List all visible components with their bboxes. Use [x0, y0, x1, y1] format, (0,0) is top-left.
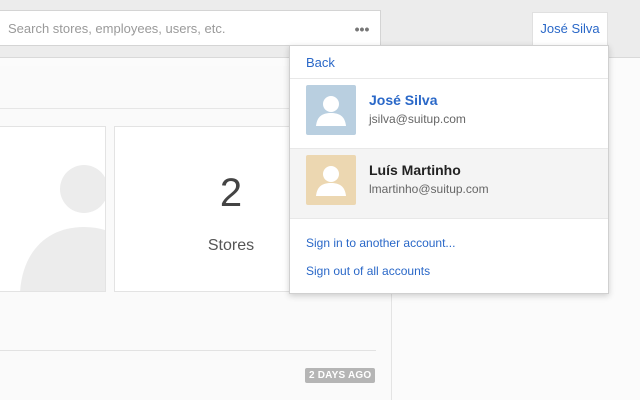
- search-box: •••: [0, 10, 381, 46]
- sign-in-another-link[interactable]: Sign in to another account...: [306, 236, 455, 250]
- person-icon: [316, 166, 346, 196]
- account-item[interactable]: Luís Martinho lmartinho@suitup.com: [290, 149, 608, 218]
- account-name: José Silva: [369, 92, 438, 108]
- back-link[interactable]: Back: [306, 55, 335, 70]
- sign-out-all-link[interactable]: Sign out of all accounts: [306, 264, 430, 278]
- account-item[interactable]: José Silva jsilva@suitup.com: [290, 79, 608, 148]
- time-badge: 2 DAYS AGO: [305, 368, 376, 383]
- person-icon: [316, 96, 346, 126]
- more-horizontal-icon[interactable]: •••: [352, 19, 372, 39]
- divider: [0, 350, 376, 351]
- account-email: lmartinho@suitup.com: [369, 182, 489, 196]
- person-silhouette-icon: [20, 165, 105, 291]
- current-user-button[interactable]: José Silva: [532, 12, 608, 46]
- divider: [290, 218, 608, 219]
- search-input[interactable]: [8, 11, 338, 45]
- account-menu: Back José Silva jsilva@suitup.com Luís M…: [289, 45, 609, 294]
- account-name: Luís Martinho: [369, 162, 461, 178]
- account-email: jsilva@suitup.com: [369, 112, 466, 126]
- avatar: [306, 85, 356, 135]
- avatar: [306, 155, 356, 205]
- stores-card[interactable]: 2 Stores: [114, 126, 292, 292]
- profile-card: [0, 126, 106, 292]
